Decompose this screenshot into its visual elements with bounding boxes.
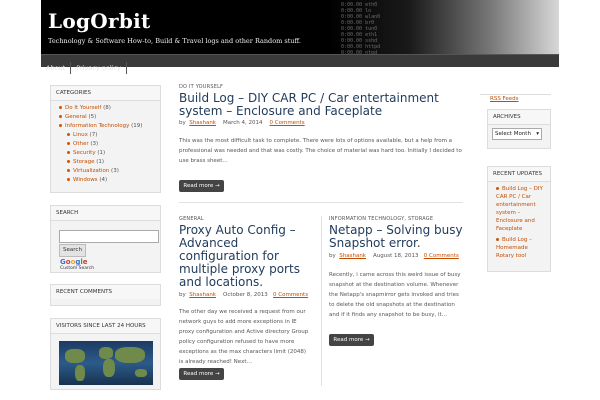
post-3-read-more[interactable]: Read more →	[329, 334, 374, 346]
post-2-excerpt: The other day we received a request from…	[179, 309, 309, 365]
category-link[interactable]: Storage	[73, 159, 95, 165]
category-link[interactable]: Windows	[73, 177, 98, 183]
post-3-category[interactable]: INFORMATION TECHNOLOGY, STORAGE	[329, 216, 463, 222]
header-code-decoration: 0:00.00 eth0 0:00.00 lo 0:00.00 wlan0 0:…	[341, 2, 381, 54]
post-2-comments[interactable]: 0 Comments	[273, 292, 308, 298]
bullet-icon	[67, 151, 70, 154]
bullet-icon	[59, 115, 62, 118]
category-count: (3)	[111, 168, 119, 174]
category-item[interactable]: Security (1)	[59, 149, 155, 158]
post-1-title[interactable]: Build Log – DIY CAR PC / Car entertainme…	[179, 92, 463, 118]
google-logo: Google	[60, 258, 88, 266]
category-link[interactable]: Linux	[73, 132, 88, 138]
bullet-icon	[67, 133, 70, 136]
category-count: (8)	[103, 105, 111, 111]
post-divider	[179, 202, 463, 203]
post-3-author[interactable]: Shashank	[339, 253, 366, 259]
category-item[interactable]: Windows (4)	[59, 176, 155, 185]
categories-list: Do It Yourself (8) General (5) Information…	[51, 101, 160, 188]
category-item[interactable]: Virtualization (3)	[59, 167, 155, 176]
post-2-author[interactable]: Shashank	[189, 292, 216, 298]
post-1-category[interactable]: DO IT YOURSELF	[179, 84, 463, 90]
post-2-category[interactable]: GENERAL	[179, 216, 311, 222]
category-link[interactable]: General	[65, 114, 87, 120]
post-3-meta: by Shashank August 18, 2013 0 Comments	[329, 253, 459, 259]
category-link[interactable]: Other	[73, 141, 89, 147]
chevron-down-icon: ▾	[536, 131, 539, 137]
post-2-date: October 8, 2013	[223, 292, 268, 298]
category-link[interactable]: Security	[73, 150, 96, 156]
post-3-excerpt: Recently, i came across this weird issue…	[329, 272, 461, 318]
archives-select[interactable]: Select Month ▾	[492, 128, 542, 140]
bullet-icon	[59, 124, 62, 127]
nav-privacy-policy[interactable]: Privacy policy	[71, 62, 127, 74]
search-title: SEARCH	[51, 206, 160, 221]
archives-title: ARCHIVES	[488, 110, 550, 125]
main-nav: About Privacy policy	[41, 54, 559, 74]
visitors-title: VISITORS SINCE LAST 24 HOURS	[51, 319, 160, 334]
category-item[interactable]: General (5)	[59, 113, 155, 122]
category-count: (19)	[131, 123, 143, 129]
recent-update-item[interactable]: Build Log – Homemade Rotary tool	[496, 236, 545, 260]
visitors-widget: VISITORS SINCE LAST 24 HOURS	[50, 318, 161, 390]
recent-comments-title: RECENT COMMENTS	[51, 285, 160, 299]
post-3: INFORMATION TECHNOLOGY, STORAGE Netapp –…	[329, 216, 463, 320]
post-1-read-more[interactable]: Read more →	[179, 180, 224, 192]
bullet-icon	[67, 160, 70, 163]
recent-updates-widget: RECENT UPDATES Build Log – DIY CAR PC / …	[487, 166, 551, 272]
post-2-meta: by Shashank October 8, 2013 0 Comments	[179, 292, 309, 298]
site-header: 0:00.00 eth0 0:00.00 lo 0:00.00 wlan0 0:…	[41, 0, 559, 54]
post-2: GENERAL Proxy Auto Config – Advanced con…	[179, 216, 311, 367]
post-2-title[interactable]: Proxy Auto Config – Advanced configurati…	[179, 224, 311, 289]
category-count: (4)	[99, 177, 108, 183]
category-link[interactable]: Information Technology	[65, 123, 129, 129]
category-item[interactable]: Storage (1)	[59, 158, 155, 167]
column-divider	[321, 216, 322, 386]
category-item[interactable]: Other (3)	[59, 140, 155, 149]
recent-update-item[interactable]: Build Log – DIY CAR PC / Car entertainme…	[496, 185, 545, 233]
category-item[interactable]: Do It Yourself (8)	[59, 104, 155, 113]
archives-widget: ARCHIVES Select Month ▾	[487, 109, 551, 149]
category-link[interactable]: Virtualization	[73, 168, 109, 174]
search-widget: SEARCH Search Google Custom Search	[50, 205, 161, 273]
bullet-icon	[67, 178, 70, 181]
post-3-comments[interactable]: 0 Comments	[424, 253, 459, 259]
category-count: (7)	[89, 132, 98, 138]
post-1-meta: by Shashank March 4, 2014 0 Comments	[179, 120, 305, 126]
category-count: (1)	[96, 159, 105, 165]
category-item[interactable]: Information Technology (19)	[59, 122, 155, 131]
post-1-excerpt: This was the most difficult task to comp…	[179, 138, 462, 164]
bullet-icon	[67, 142, 70, 145]
search-input[interactable]	[59, 230, 159, 243]
category-item[interactable]: Linux (7)	[59, 131, 155, 140]
post-1: DO IT YOURSELF Build Log – DIY CAR PC / …	[179, 84, 463, 166]
categories-widget: CATEGORIES Do It Yourself (8) General (5)…	[50, 85, 161, 193]
post-1-author[interactable]: Shashank	[189, 120, 216, 126]
category-count: (5)	[88, 114, 97, 120]
custom-search-label: Custom Search	[60, 266, 95, 271]
recent-updates-title: RECENT UPDATES	[488, 167, 550, 182]
categories-title: CATEGORIES	[51, 86, 160, 101]
category-count: (1)	[97, 150, 106, 156]
category-link[interactable]: Do It Yourself	[65, 105, 101, 111]
post-1-comments[interactable]: 0 Comments	[270, 120, 305, 126]
post-1-date: March 4, 2014	[223, 120, 263, 126]
site-tagline: Technology & Software How-to, Build & Tr…	[48, 37, 301, 45]
post-2-read-more[interactable]: Read more →	[179, 368, 224, 380]
search-button[interactable]: Search	[59, 244, 86, 257]
recent-comments-widget: RECENT COMMENTS	[50, 284, 161, 306]
bullet-icon	[67, 169, 70, 172]
bullet-icon	[59, 106, 62, 109]
rss-divider	[480, 94, 551, 95]
post-3-title[interactable]: Netapp – Solving busy Snapshot error.	[329, 224, 463, 250]
visitors-map[interactable]	[59, 341, 153, 385]
recent-updates-list: Build Log – DIY CAR PC / Car entertainme…	[488, 182, 550, 263]
post-3-date: August 18, 2013	[373, 253, 419, 259]
site-logo[interactable]: LogOrbit	[48, 9, 151, 33]
category-count: (3)	[90, 141, 99, 147]
nav-about[interactable]: About	[41, 62, 72, 74]
